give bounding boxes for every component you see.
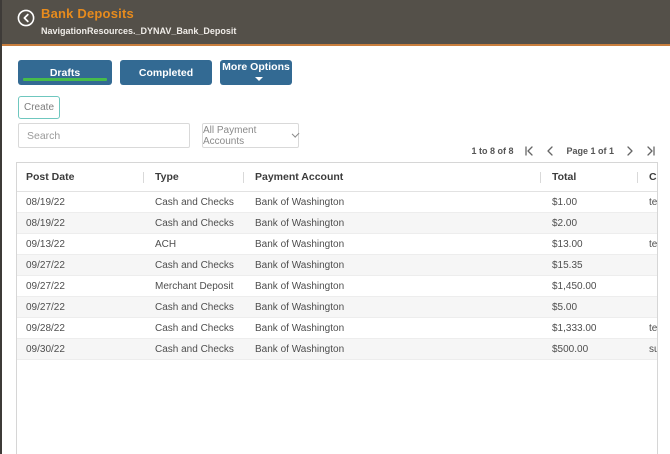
table-cell: $1,333.00 <box>540 323 637 334</box>
table-cell: $1.00 <box>540 197 637 208</box>
caret-down-icon <box>255 77 263 81</box>
table-cell: $15.35 <box>540 260 637 271</box>
pagination-page: Page 1 of 1 <box>566 146 614 156</box>
tab-drafts-label: Drafts <box>50 67 80 79</box>
table-cell: 08/19/22 <box>17 218 143 229</box>
table-row[interactable]: 08/19/22Cash and ChecksBank of Washingto… <box>17 213 657 234</box>
table-header-row: Post DateTypePayment AccountTotalComment… <box>17 163 657 192</box>
table-cell: 09/28/22 <box>17 323 143 334</box>
table-row[interactable]: 09/30/22Cash and ChecksBank of Washingto… <box>17 339 657 360</box>
table-body: 08/19/22Cash and ChecksBank of Washingto… <box>17 192 657 360</box>
deposits-table: Post DateTypePayment AccountTotalComment… <box>16 162 658 454</box>
more-options-label: More Options <box>222 61 290 73</box>
payment-account-filter-value: All Payment Accounts <box>203 125 288 147</box>
table-cell: Bank of Washington <box>243 197 540 208</box>
table-cell: Bank of Washington <box>243 344 540 355</box>
table-cell: Cash and Checks <box>143 218 243 229</box>
table-cell: 09/13/22 <box>17 239 143 250</box>
table-cell: sup <box>637 344 657 355</box>
first-page-icon[interactable] <box>524 146 534 156</box>
table-cell: Merchant Deposit <box>143 281 243 292</box>
table-cell: Bank of Washington <box>243 302 540 313</box>
pagination-range: 1 to 8 of 8 <box>471 146 513 156</box>
tab-completed-label: Completed <box>139 67 193 79</box>
table-cell: Bank of Washington <box>243 218 540 229</box>
chevron-down-icon <box>291 130 299 138</box>
active-tab-indicator <box>23 78 107 81</box>
table-cell: 09/27/22 <box>17 260 143 271</box>
table-row[interactable]: 09/27/22Merchant DepositBank of Washingt… <box>17 276 657 297</box>
next-page-icon[interactable] <box>625 146 635 156</box>
page-title: Bank Deposits <box>41 6 134 21</box>
tab-drafts[interactable]: Drafts <box>18 60 112 85</box>
table-row[interactable]: 09/27/22Cash and ChecksBank of Washingto… <box>17 255 657 276</box>
table-cell: 09/30/22 <box>17 344 143 355</box>
table-cell: $1,450.00 <box>540 281 637 292</box>
table-cell: Cash and Checks <box>143 323 243 334</box>
table-cell: test <box>637 197 657 208</box>
tab-completed[interactable]: Completed <box>120 60 212 85</box>
table-cell: Cash and Checks <box>143 197 243 208</box>
column-header[interactable]: Payment Account <box>243 171 540 183</box>
table-cell: $500.00 <box>540 344 637 355</box>
table-cell: Bank of Washington <box>243 281 540 292</box>
table-cell: test <box>637 323 657 334</box>
column-header[interactable]: Type <box>143 171 243 183</box>
back-icon[interactable] <box>17 9 35 27</box>
table-cell: Bank of Washington <box>243 323 540 334</box>
search-input[interactable] <box>18 123 190 148</box>
table-row[interactable]: 09/13/22ACHBank of Washington$13.00test <box>17 234 657 255</box>
breadcrumb: NavigationResources._DYNAV_Bank_Deposit <box>41 26 236 36</box>
table-cell: 09/27/22 <box>17 302 143 313</box>
table-cell: Cash and Checks <box>143 302 243 313</box>
table-cell: $5.00 <box>540 302 637 313</box>
create-button[interactable]: Create <box>18 96 60 119</box>
table-cell: 09/27/22 <box>17 281 143 292</box>
more-options-button[interactable]: More Options <box>220 60 292 85</box>
table-row[interactable]: 08/19/22Cash and ChecksBank of Washingto… <box>17 192 657 213</box>
table-cell: ACH <box>143 239 243 250</box>
table-cell: Bank of Washington <box>243 239 540 250</box>
previous-page-icon[interactable] <box>545 146 555 156</box>
table-cell: 08/19/22 <box>17 197 143 208</box>
table-cell: Bank of Washington <box>243 260 540 271</box>
column-header[interactable]: Post Date <box>17 171 143 183</box>
table-row[interactable]: 09/28/22Cash and ChecksBank of Washingto… <box>17 318 657 339</box>
column-header[interactable]: Comments <box>637 171 657 183</box>
table-cell: Cash and Checks <box>143 344 243 355</box>
pagination: 1 to 8 of 8 Page 1 of 1 <box>471 144 656 158</box>
column-header[interactable]: Total <box>540 171 637 183</box>
table-cell: $13.00 <box>540 239 637 250</box>
table-cell: $2.00 <box>540 218 637 229</box>
table-cell: Cash and Checks <box>143 260 243 271</box>
app-header: Bank Deposits NavigationResources._DYNAV… <box>2 0 670 46</box>
payment-account-filter[interactable]: All Payment Accounts <box>202 123 299 148</box>
table-cell: test <box>637 239 657 250</box>
bank-deposits-page: { "header": { "title": "Bank Deposits", … <box>0 0 670 454</box>
table-row[interactable]: 09/27/22Cash and ChecksBank of Washingto… <box>17 297 657 318</box>
last-page-icon[interactable] <box>646 146 656 156</box>
